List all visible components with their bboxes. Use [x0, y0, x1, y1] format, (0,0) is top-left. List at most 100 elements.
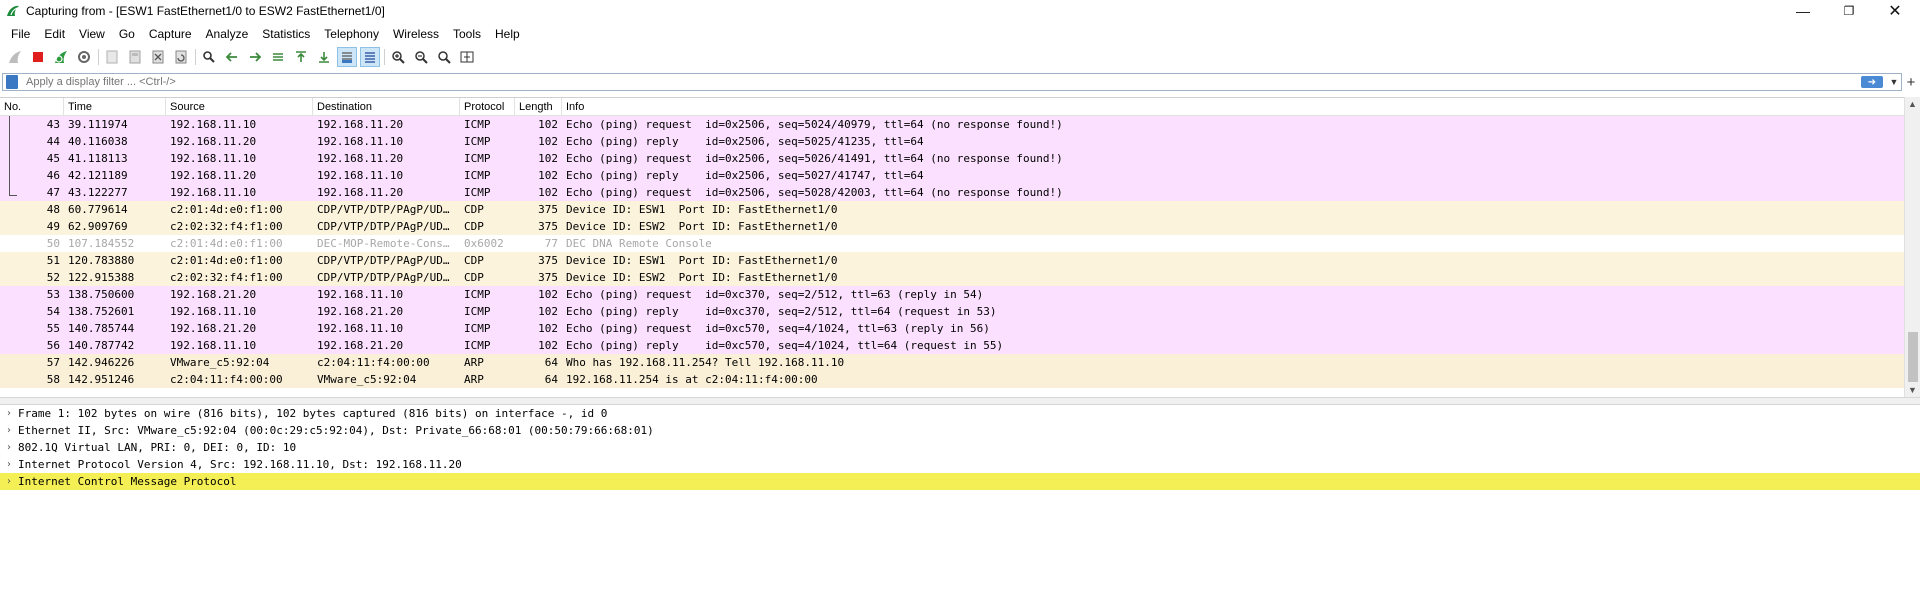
scroll-down-icon[interactable]: ▼ [1905, 383, 1920, 397]
zoom-in-button[interactable] [389, 48, 407, 66]
packet-number: 50 [46, 237, 60, 250]
colorize-button[interactable] [360, 47, 380, 67]
go-forward-button[interactable] [246, 48, 264, 66]
packet-row[interactable]: 44 40.116038 192.168.11.20 192.168.11.10 ICM… [0, 133, 1920, 150]
menu-wireless[interactable]: Wireless [386, 24, 446, 44]
restore-button[interactable]: ❐ [1826, 0, 1872, 22]
start-capture-button[interactable] [6, 48, 24, 66]
chevron-right-icon[interactable]: › [0, 476, 18, 487]
go-first-button[interactable] [292, 48, 310, 66]
packet-time: 120.783880 [68, 254, 135, 267]
detail-tree-item[interactable]: › Internet Protocol Version 4, Src: 192.1… [0, 456, 1920, 473]
scrollbar-thumb[interactable] [1908, 332, 1918, 382]
packet-row[interactable]: 52 122.915388 c2:02:32:f4:f1:00 CDP/VTP/DTP… [0, 269, 1920, 286]
packet-time: 142.946226 [68, 356, 135, 369]
auto-scroll-icon [342, 52, 352, 63]
packet-row[interactable]: 58 142.951246 c2:04:11:f4:00:00 VMware_c5:9… [0, 371, 1920, 388]
column-header-source[interactable]: Source [166, 98, 313, 115]
go-last-button[interactable] [315, 48, 333, 66]
go-back-button[interactable] [223, 48, 241, 66]
packet-row[interactable]: 57 142.946226 VMware_c5:92:04 c2:04:11:f4:0… [0, 354, 1920, 371]
add-filter-button[interactable]: + [1904, 73, 1918, 91]
packet-row[interactable]: 47 43.122277 192.168.11.10 192.168.11.20 ICM… [0, 184, 1920, 201]
packet-row[interactable]: 53 138.750600 192.168.21.20 192.168.11.10 IC… [0, 286, 1920, 303]
menu-edit[interactable]: Edit [37, 24, 72, 44]
detail-tree-item[interactable]: › Internet Control Message Protocol [0, 473, 1920, 490]
packet-row[interactable]: 56 140.787742 192.168.11.10 192.168.21.20 IC… [0, 337, 1920, 354]
chevron-right-icon[interactable]: › [0, 459, 18, 470]
normal-size-button[interactable] [435, 48, 453, 66]
menu-statistics[interactable]: Statistics [255, 24, 317, 44]
column-header-info[interactable]: Info [562, 98, 1920, 115]
packet-protocol: ICMP [464, 152, 491, 165]
column-header-destination[interactable]: Destination [313, 98, 460, 115]
shark-fin-start-icon [9, 51, 21, 63]
detail-tree-item[interactable]: › Frame 1: 102 bytes on wire (816 bits), … [0, 405, 1920, 422]
menu-view[interactable]: View [72, 24, 112, 44]
menu-help[interactable]: Help [488, 24, 527, 44]
packet-destination: c2:04:11:f4:00:00 [317, 356, 430, 369]
packet-row[interactable]: 54 138.752601 192.168.11.10 192.168.21.20 IC… [0, 303, 1920, 320]
packet-row[interactable]: 50 107.184552 c2:01:4d:e0:f1:00 DEC-MOP-Rem… [0, 235, 1920, 252]
packet-protocol: CDP [464, 203, 484, 216]
detail-tree-item[interactable]: › Ethernet II, Src: VMware_c5:92:04 (00:0… [0, 422, 1920, 439]
zoom-out-button[interactable] [412, 48, 430, 66]
packet-time: 62.909769 [68, 220, 128, 233]
packet-source: 192.168.11.20 [170, 169, 257, 182]
packet-source: 192.168.21.20 [170, 322, 257, 335]
stop-capture-button[interactable] [29, 48, 47, 66]
chevron-right-icon[interactable]: › [0, 425, 18, 436]
packet-row[interactable]: 43 39.111974 192.168.11.10 192.168.11.20 ICM… [0, 116, 1920, 133]
chevron-right-icon[interactable]: › [0, 408, 18, 419]
packet-row[interactable]: 51 120.783880 c2:01:4d:e0:f1:00 CDP/VTP/DTP… [0, 252, 1920, 269]
menu-capture[interactable]: Capture [142, 24, 199, 44]
packet-row[interactable]: 45 41.118113 192.168.11.10 192.168.11.20 ICM… [0, 150, 1920, 167]
minimize-button[interactable]: — [1780, 0, 1826, 22]
packet-row[interactable]: 55 140.785744 192.168.21.20 192.168.11.10 IC… [0, 320, 1920, 337]
packet-rows: 43 39.111974 192.168.11.10 192.168.11.20 ICM… [0, 116, 1920, 388]
menu-analyze[interactable]: Analyze [199, 24, 256, 44]
chevron-right-icon[interactable]: › [0, 442, 18, 453]
find-packet-button[interactable] [200, 48, 218, 66]
resize-columns-button[interactable] [458, 48, 476, 66]
column-header-no[interactable]: No. [0, 98, 64, 115]
apply-filter-button[interactable]: ➜ [1861, 76, 1883, 88]
display-filter-input[interactable] [18, 74, 1861, 90]
close-file-button[interactable] [149, 48, 167, 66]
go-last-icon [319, 52, 329, 63]
packet-list-scrollbar[interactable]: ▲ ▼ [1904, 97, 1920, 397]
pane-splitter[interactable] [0, 397, 1920, 405]
packet-details: › Frame 1: 102 bytes on wire (816 bits), … [0, 405, 1920, 611]
packet-destination: CDP/VTP/DTP/PAgP/UD… [317, 254, 450, 267]
packet-time: 41.118113 [68, 152, 128, 165]
packet-time: 60.779614 [68, 203, 128, 216]
packet-time: 142.951246 [68, 373, 135, 386]
packet-row[interactable]: 48 60.779614 c2:01:4d:e0:f1:00 CDP/VTP/DTP/… [0, 201, 1920, 218]
save-file-button[interactable] [126, 48, 144, 66]
menu-file[interactable]: File [4, 24, 37, 44]
column-header-length[interactable]: Length [515, 98, 562, 115]
go-forward-icon [250, 52, 262, 62]
open-file-button[interactable] [103, 48, 121, 66]
packet-source: 192.168.11.10 [170, 118, 257, 131]
capture-options-button[interactable] [75, 48, 93, 66]
restart-capture-button[interactable] [52, 48, 70, 66]
close-window-button[interactable]: ✕ [1872, 0, 1918, 22]
go-to-packet-button[interactable] [269, 48, 287, 66]
packet-row[interactable]: 46 42.121189 192.168.11.20 192.168.11.10 ICM… [0, 167, 1920, 184]
packet-number: 49 [46, 220, 60, 233]
menu-go[interactable]: Go [112, 24, 142, 44]
packet-source: 192.168.11.10 [170, 186, 257, 199]
auto-scroll-button[interactable] [337, 47, 357, 67]
menu-tools[interactable]: Tools [446, 24, 488, 44]
column-header-time[interactable]: Time [64, 98, 166, 115]
reload-file-button[interactable] [172, 48, 190, 66]
filter-bookmark-icon[interactable] [6, 75, 18, 89]
column-header-protocol[interactable]: Protocol [460, 98, 515, 115]
display-filter-bar: ➜ ▼ [2, 73, 1902, 91]
menu-telephony[interactable]: Telephony [317, 24, 386, 44]
filter-history-dropdown[interactable]: ▼ [1887, 77, 1901, 87]
packet-row[interactable]: 49 62.909769 c2:02:32:f4:f1:00 CDP/VTP/DTP/… [0, 218, 1920, 235]
detail-tree-item[interactable]: › 802.1Q Virtual LAN, PRI: 0, DEI: 0, ID:… [0, 439, 1920, 456]
scroll-up-icon[interactable]: ▲ [1905, 97, 1920, 111]
